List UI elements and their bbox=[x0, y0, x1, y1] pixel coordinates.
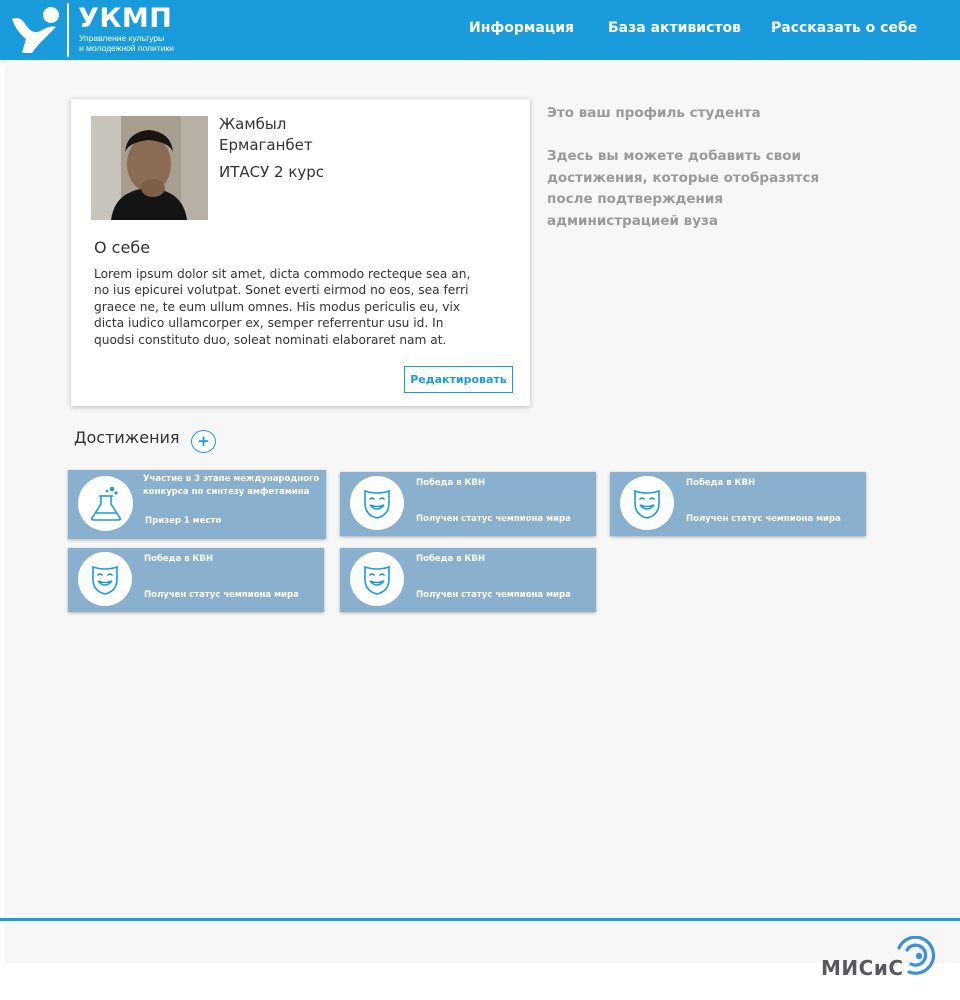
logo-subtitle-line2: и молодежной политики bbox=[79, 43, 174, 53]
achievement-title: Участие в 3 этапе международного конкурс… bbox=[143, 474, 320, 497]
achievement-title: Победа в КВН bbox=[686, 478, 756, 488]
top-header: УКМП Управление культуры и молодежной по… bbox=[0, 0, 960, 60]
achievement-subtitle: Получен статус чемпиона мира bbox=[144, 590, 299, 600]
about-text: Lorem ipsum dolor sit amet, dicta commod… bbox=[94, 267, 471, 347]
nav-info[interactable]: Информация bbox=[469, 20, 574, 36]
achievement-icon-circle bbox=[78, 476, 133, 531]
achievement-icon-circle bbox=[78, 552, 132, 606]
add-achievement-button[interactable]: + bbox=[191, 430, 216, 453]
logo-title[interactable]: УКМП bbox=[78, 4, 172, 34]
misis-logo-text[interactable]: МИСиС bbox=[821, 956, 904, 980]
achievement-card[interactable]: Победа в КВН Получен статус чемпиона мир… bbox=[340, 548, 596, 612]
achievement-subtitle: Получен статус чемпиона мира bbox=[416, 514, 571, 524]
misis-logo-icon bbox=[897, 936, 936, 975]
nav-tell-about-yourself[interactable]: Рассказать о себе bbox=[771, 20, 917, 36]
footer bbox=[5, 921, 960, 963]
achievement-icon-circle bbox=[350, 476, 404, 530]
flask-icon bbox=[90, 486, 121, 521]
logo-subtitle-line1: Управление культуры bbox=[79, 33, 165, 43]
logo-person-icon bbox=[12, 7, 59, 53]
first-name: Жамбыл bbox=[219, 115, 287, 133]
edit-profile-button[interactable]: Редактировать bbox=[404, 366, 513, 393]
achievement-title: Победа в КВН bbox=[416, 478, 486, 488]
about-title: О себе bbox=[94, 238, 151, 257]
profile-info-description: Здесь вы можете добавить свои достижения… bbox=[547, 148, 820, 229]
achievement-icon-circle bbox=[620, 476, 674, 530]
achievement-icon-circle bbox=[350, 552, 404, 606]
theater-mask-icon bbox=[364, 565, 390, 595]
theater-mask-icon bbox=[364, 489, 390, 519]
profile-card: Жамбыл Ермаганбет ИТАСУ 2 курс О себе Lo… bbox=[71, 99, 530, 406]
profile-info-heading: Это ваш профиль студента bbox=[547, 105, 761, 121]
theater-mask-icon bbox=[634, 489, 660, 519]
achievement-card[interactable]: Победа в КВН Получен статус чемпиона мир… bbox=[610, 472, 866, 536]
achievement-subtitle: Призер 1 место bbox=[145, 516, 222, 526]
last-name: Ермаганбет bbox=[219, 136, 313, 154]
nav-activists-base[interactable]: База активистов bbox=[608, 20, 741, 36]
achievement-subtitle: Получен статус чемпиона мира bbox=[686, 514, 841, 524]
achievement-card[interactable]: Участие в 3 этапе международного конкурс… bbox=[68, 470, 326, 539]
achievement-title: Победа в КВН bbox=[144, 554, 214, 564]
logo-divider bbox=[67, 3, 69, 57]
logo-subtitle: Управление культуры и молодежной политик… bbox=[79, 33, 209, 53]
avatar bbox=[91, 116, 208, 220]
achievement-subtitle: Получен статус чемпиона мира bbox=[416, 590, 571, 600]
avatar-photo bbox=[91, 116, 208, 220]
theater-mask-icon bbox=[92, 565, 118, 595]
achievement-title: Победа в КВН bbox=[416, 554, 486, 564]
student-group: ИТАСУ 2 курс bbox=[219, 163, 325, 181]
achievements-title: Достижения bbox=[74, 428, 180, 447]
achievement-card[interactable]: Победа в КВН Получен статус чемпиона мир… bbox=[340, 472, 596, 536]
achievement-card[interactable]: Победа в КВН Получен статус чемпиона мир… bbox=[68, 548, 324, 612]
